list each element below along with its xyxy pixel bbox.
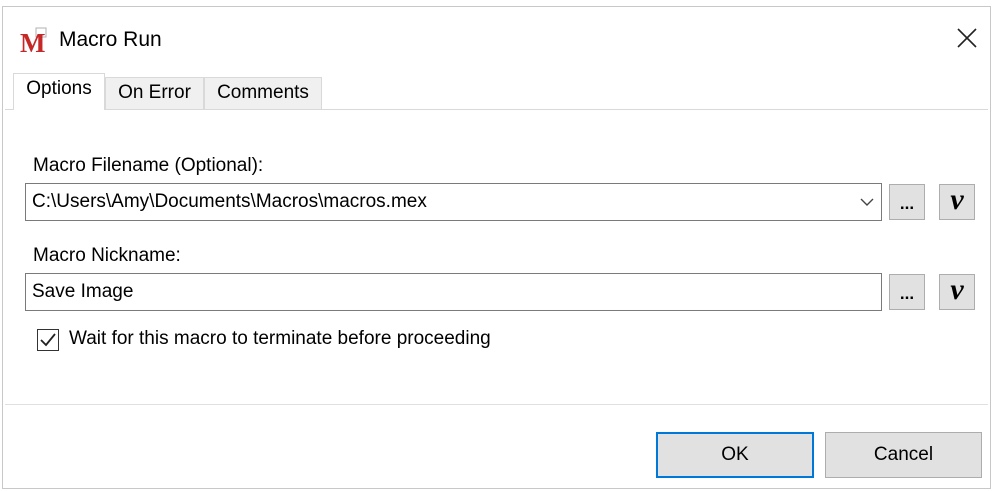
- nickname-browse-button[interactable]: ...: [889, 274, 925, 310]
- title-bar: M Macro Run: [3, 7, 990, 69]
- tab-comments[interactable]: Comments: [204, 77, 322, 109]
- macro-run-dialog: M Macro Run Options On Error Comments Ma…: [2, 6, 991, 489]
- nickname-label: Macro Nickname:: [33, 245, 181, 266]
- close-icon[interactable]: [952, 23, 982, 53]
- nickname-variable-button[interactable]: v: [939, 274, 975, 310]
- filename-value: C:\Users\Amy\Documents\Macros\macros.mex: [32, 191, 427, 212]
- tab-divider: [5, 109, 988, 110]
- tab-options[interactable]: Options: [13, 73, 105, 110]
- svg-text:M: M: [20, 28, 45, 55]
- wait-checkbox[interactable]: [37, 329, 59, 351]
- app-icon: M: [20, 27, 47, 55]
- ok-button[interactable]: OK: [656, 432, 814, 478]
- cancel-button[interactable]: Cancel: [825, 432, 982, 478]
- wait-checkbox-label[interactable]: Wait for this macro to terminate before …: [69, 328, 491, 350]
- tab-on-error[interactable]: On Error: [105, 77, 204, 109]
- chevron-down-icon[interactable]: [859, 196, 875, 208]
- nickname-value: Save Image: [32, 281, 134, 302]
- filename-label: Macro Filename (Optional):: [33, 155, 264, 176]
- filename-variable-button[interactable]: v: [939, 184, 975, 220]
- check-icon: [40, 333, 56, 347]
- nickname-input[interactable]: Save Image: [25, 273, 882, 311]
- filename-browse-button[interactable]: ...: [889, 184, 925, 220]
- window-title: Macro Run: [59, 28, 162, 51]
- filename-combobox[interactable]: C:\Users\Amy\Documents\Macros\macros.mex: [25, 183, 882, 221]
- footer-separator: [5, 404, 988, 405]
